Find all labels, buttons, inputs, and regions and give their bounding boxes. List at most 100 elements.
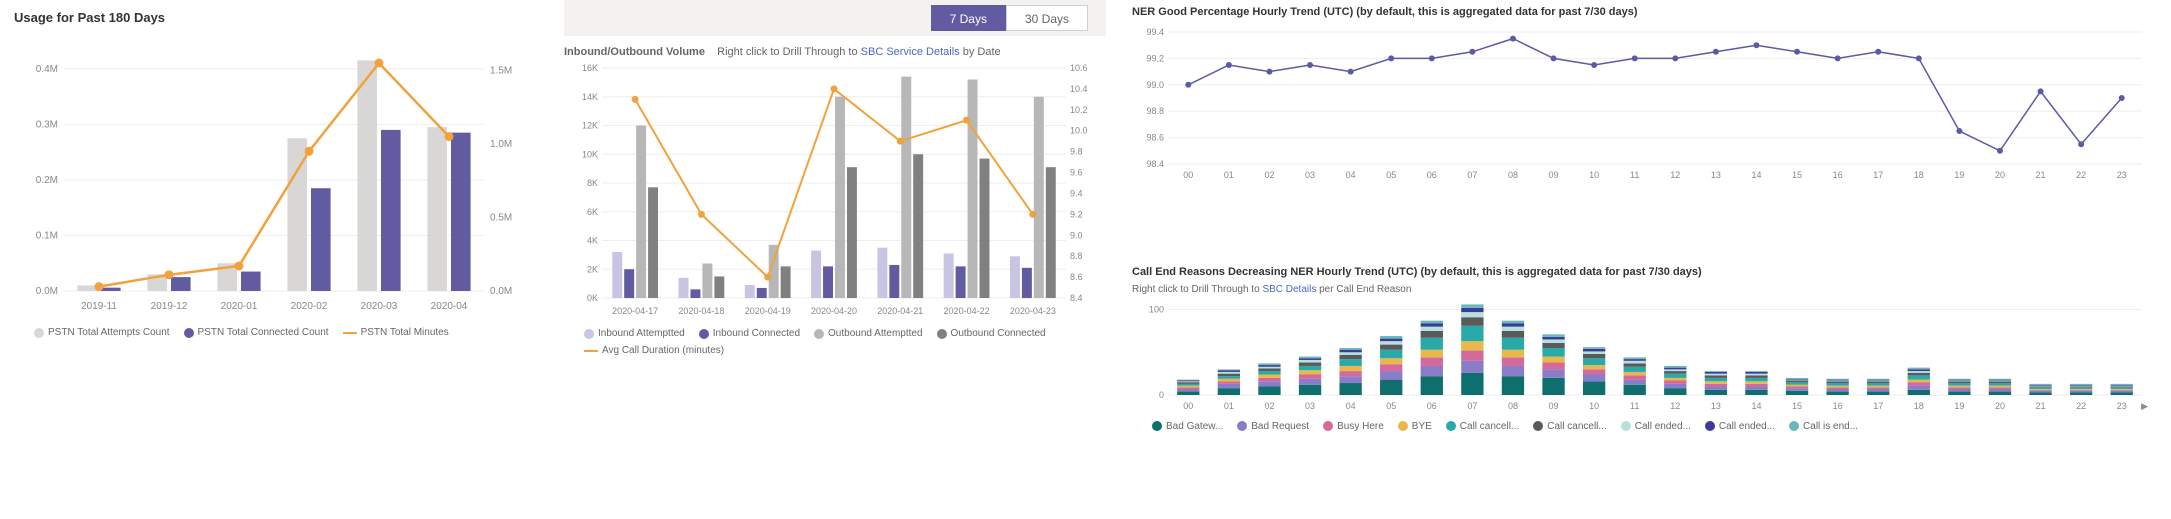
panel-usage-180: Usage for Past 180 Days 0.0M0.1M0.2M0.3M… — [0, 0, 550, 370]
legend-item[interactable]: Avg Call Duration (minutes) — [584, 345, 724, 356]
svg-text:10.4: 10.4 — [1070, 84, 1088, 94]
link-sbc-service-details[interactable]: SBC Service Details — [861, 46, 960, 58]
svg-text:8.8: 8.8 — [1070, 251, 1083, 261]
svg-text:21: 21 — [2036, 401, 2046, 411]
svg-text:2020-04-19: 2020-04-19 — [745, 306, 791, 316]
svg-text:07: 07 — [1467, 401, 1477, 411]
legend-item[interactable]: Call cancell... — [1533, 421, 1606, 432]
legend-item[interactable]: Bad Gatew... — [1152, 421, 1223, 432]
svg-text:0.2M: 0.2M — [36, 175, 58, 186]
svg-text:13: 13 — [1711, 170, 1721, 180]
chart-title: Call End Reasons Decreasing NER Hourly T… — [1132, 266, 2159, 278]
svg-text:9.8: 9.8 — [1070, 147, 1083, 157]
legend-item[interactable]: PSTN Total Minutes — [343, 327, 449, 338]
legend-item[interactable]: Outbound Attemptted — [814, 328, 923, 339]
panel-call-end-reasons: Call End Reasons Decreasing NER Hourly T… — [1120, 260, 2171, 519]
svg-text:08: 08 — [1508, 170, 1518, 180]
svg-text:2019-12: 2019-12 — [151, 301, 188, 312]
chart-title: NER Good Percentage Hourly Trend (UTC) (… — [1132, 6, 2159, 18]
svg-text:05: 05 — [1386, 170, 1396, 180]
svg-text:6K: 6K — [587, 207, 598, 217]
svg-text:9.2: 9.2 — [1070, 209, 1083, 219]
svg-text:16: 16 — [1833, 170, 1843, 180]
svg-text:100: 100 — [1149, 304, 1164, 314]
stacked-bar-chart: 0100000102030405060708091011121314151617… — [1132, 295, 2152, 415]
svg-text:99.4: 99.4 — [1146, 27, 1164, 37]
svg-text:10K: 10K — [582, 149, 598, 159]
legend-item[interactable]: Inbound Connected — [699, 328, 800, 339]
svg-text:11: 11 — [1630, 401, 1639, 411]
link-sbc-details[interactable]: SBC Details — [1262, 284, 1316, 295]
svg-text:8.6: 8.6 — [1070, 272, 1083, 282]
legend-item[interactable]: Inbound Attemptted — [584, 328, 685, 339]
legend-item[interactable]: Outbound Connected — [937, 328, 1046, 339]
svg-text:11: 11 — [1630, 170, 1639, 180]
svg-text:16K: 16K — [582, 63, 598, 73]
svg-text:09: 09 — [1549, 170, 1559, 180]
svg-text:02: 02 — [1264, 170, 1274, 180]
svg-text:14: 14 — [1751, 170, 1761, 180]
usage-chart: 0.0M0.1M0.2M0.3M0.4M0.0M0.5M1.0M1.5M2019… — [14, 31, 536, 321]
svg-text:0.3M: 0.3M — [36, 119, 58, 130]
svg-text:2020-01: 2020-01 — [221, 301, 258, 312]
legend-item[interactable]: PSTN Total Connected Count — [184, 327, 329, 338]
svg-text:19: 19 — [1954, 170, 1964, 180]
legend-item[interactable]: PSTN Total Attempts Count — [34, 327, 170, 338]
svg-text:2020-02: 2020-02 — [291, 301, 328, 312]
svg-text:10.2: 10.2 — [1070, 105, 1088, 115]
svg-text:09: 09 — [1549, 401, 1559, 411]
svg-text:03: 03 — [1305, 170, 1315, 180]
legend-item[interactable]: BYE — [1398, 421, 1432, 432]
svg-text:99.0: 99.0 — [1146, 80, 1164, 90]
svg-text:0K: 0K — [587, 293, 598, 303]
svg-text:98.6: 98.6 — [1146, 133, 1164, 143]
svg-text:0.4M: 0.4M — [36, 64, 58, 75]
svg-text:16: 16 — [1833, 401, 1843, 411]
svg-text:19: 19 — [1954, 401, 1964, 411]
svg-text:01: 01 — [1224, 401, 1234, 411]
svg-text:99.2: 99.2 — [1146, 53, 1164, 63]
range-toggle: 7 Days 30 Days — [564, 0, 1106, 36]
svg-text:18: 18 — [1914, 170, 1924, 180]
svg-text:12: 12 — [1670, 170, 1680, 180]
legend: PSTN Total Attempts Count PSTN Total Conn… — [14, 327, 536, 338]
svg-text:9.6: 9.6 — [1070, 168, 1083, 178]
svg-text:0: 0 — [1159, 390, 1164, 400]
legend-item[interactable]: Busy Here — [1323, 421, 1384, 432]
ner-line-chart: 98.498.698.899.099.299.40001020304050607… — [1132, 24, 2152, 184]
svg-text:10: 10 — [1589, 401, 1599, 411]
svg-text:06: 06 — [1427, 170, 1437, 180]
svg-text:01: 01 — [1224, 170, 1234, 180]
svg-text:17: 17 — [1873, 170, 1883, 180]
svg-text:2020-04: 2020-04 — [431, 301, 468, 312]
svg-text:15: 15 — [1792, 401, 1802, 411]
svg-text:07: 07 — [1467, 170, 1477, 180]
legend-item[interactable]: Call cancell... — [1446, 421, 1519, 432]
btn-7days[interactable]: 7 Days — [931, 5, 1006, 31]
btn-30days[interactable]: 30 Days — [1006, 5, 1088, 31]
svg-text:2020-04-23: 2020-04-23 — [1010, 306, 1056, 316]
panel-right: NER Good Percentage Hourly Trend (UTC) (… — [1120, 0, 2171, 519]
svg-text:2020-04-21: 2020-04-21 — [877, 306, 923, 316]
svg-text:23: 23 — [2117, 170, 2127, 180]
svg-text:22: 22 — [2076, 401, 2086, 411]
svg-text:2020-03: 2020-03 — [361, 301, 398, 312]
svg-text:00: 00 — [1183, 401, 1193, 411]
svg-text:22: 22 — [2076, 170, 2086, 180]
svg-text:02: 02 — [1264, 401, 1274, 411]
svg-text:98.4: 98.4 — [1146, 159, 1164, 169]
legend-item[interactable]: Call ended... — [1705, 421, 1775, 432]
svg-text:0.0M: 0.0M — [36, 286, 58, 297]
svg-text:2020-04-17: 2020-04-17 — [612, 306, 658, 316]
svg-text:10.0: 10.0 — [1070, 126, 1088, 136]
svg-text:05: 05 — [1386, 401, 1396, 411]
legend-item[interactable]: Bad Request — [1237, 421, 1309, 432]
svg-text:9.4: 9.4 — [1070, 188, 1083, 198]
svg-text:98.8: 98.8 — [1146, 106, 1164, 116]
svg-text:10: 10 — [1589, 170, 1599, 180]
legend: Bad Gatew... Bad Request Busy Here BYE Call … — [1132, 421, 2159, 432]
legend-item[interactable]: Call ended... — [1621, 421, 1691, 432]
legend-item[interactable]: Call is end... — [1789, 421, 1858, 432]
svg-text:0.1M: 0.1M — [36, 230, 58, 241]
svg-text:08: 08 — [1508, 401, 1518, 411]
